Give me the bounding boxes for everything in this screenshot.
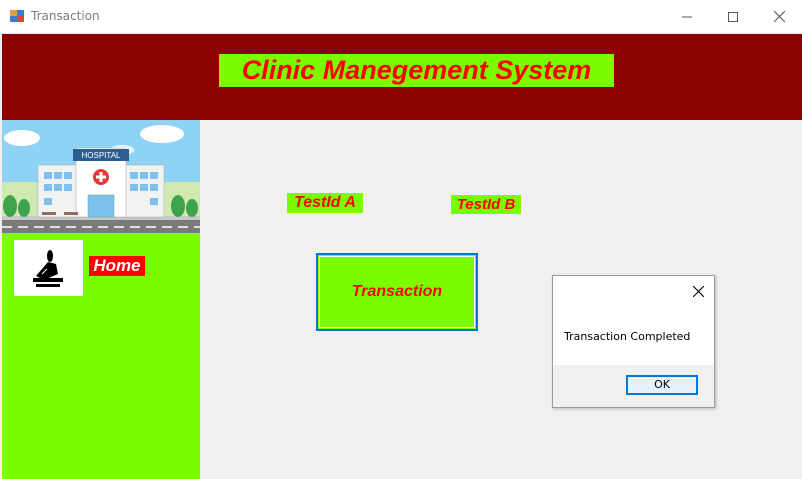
window-close-button[interactable] [756,0,802,33]
hospital-illustration: HOSPITAL [2,120,200,233]
app-title: Clinic Manegement System [219,54,614,87]
close-icon [692,285,704,297]
hospital-sign: HOSPITAL [82,151,122,160]
close-icon [773,11,785,22]
home-icon-button[interactable] [14,240,83,296]
home-icon [33,250,63,287]
window-title: Transaction [31,9,100,23]
maximize-icon [728,11,738,22]
transaction-button[interactable]: Transaction [316,253,478,331]
minimize-icon [682,16,692,17]
app-icon [10,10,24,22]
ok-button[interactable]: OK [626,375,698,395]
home-link[interactable]: Home [89,256,145,276]
message-dialog: Transaction Completed OK [552,275,715,408]
minimize-button[interactable] [664,0,710,33]
test-id-a-label: TestId A [287,193,363,213]
test-id-b-label: TestId B [451,195,521,214]
dialog-message: Transaction Completed [564,330,691,343]
window-titlebar: Transaction [0,0,802,34]
transaction-button-label: Transaction [351,283,443,300]
dialog-close-button[interactable] [688,282,708,300]
maximize-button[interactable] [710,0,756,33]
